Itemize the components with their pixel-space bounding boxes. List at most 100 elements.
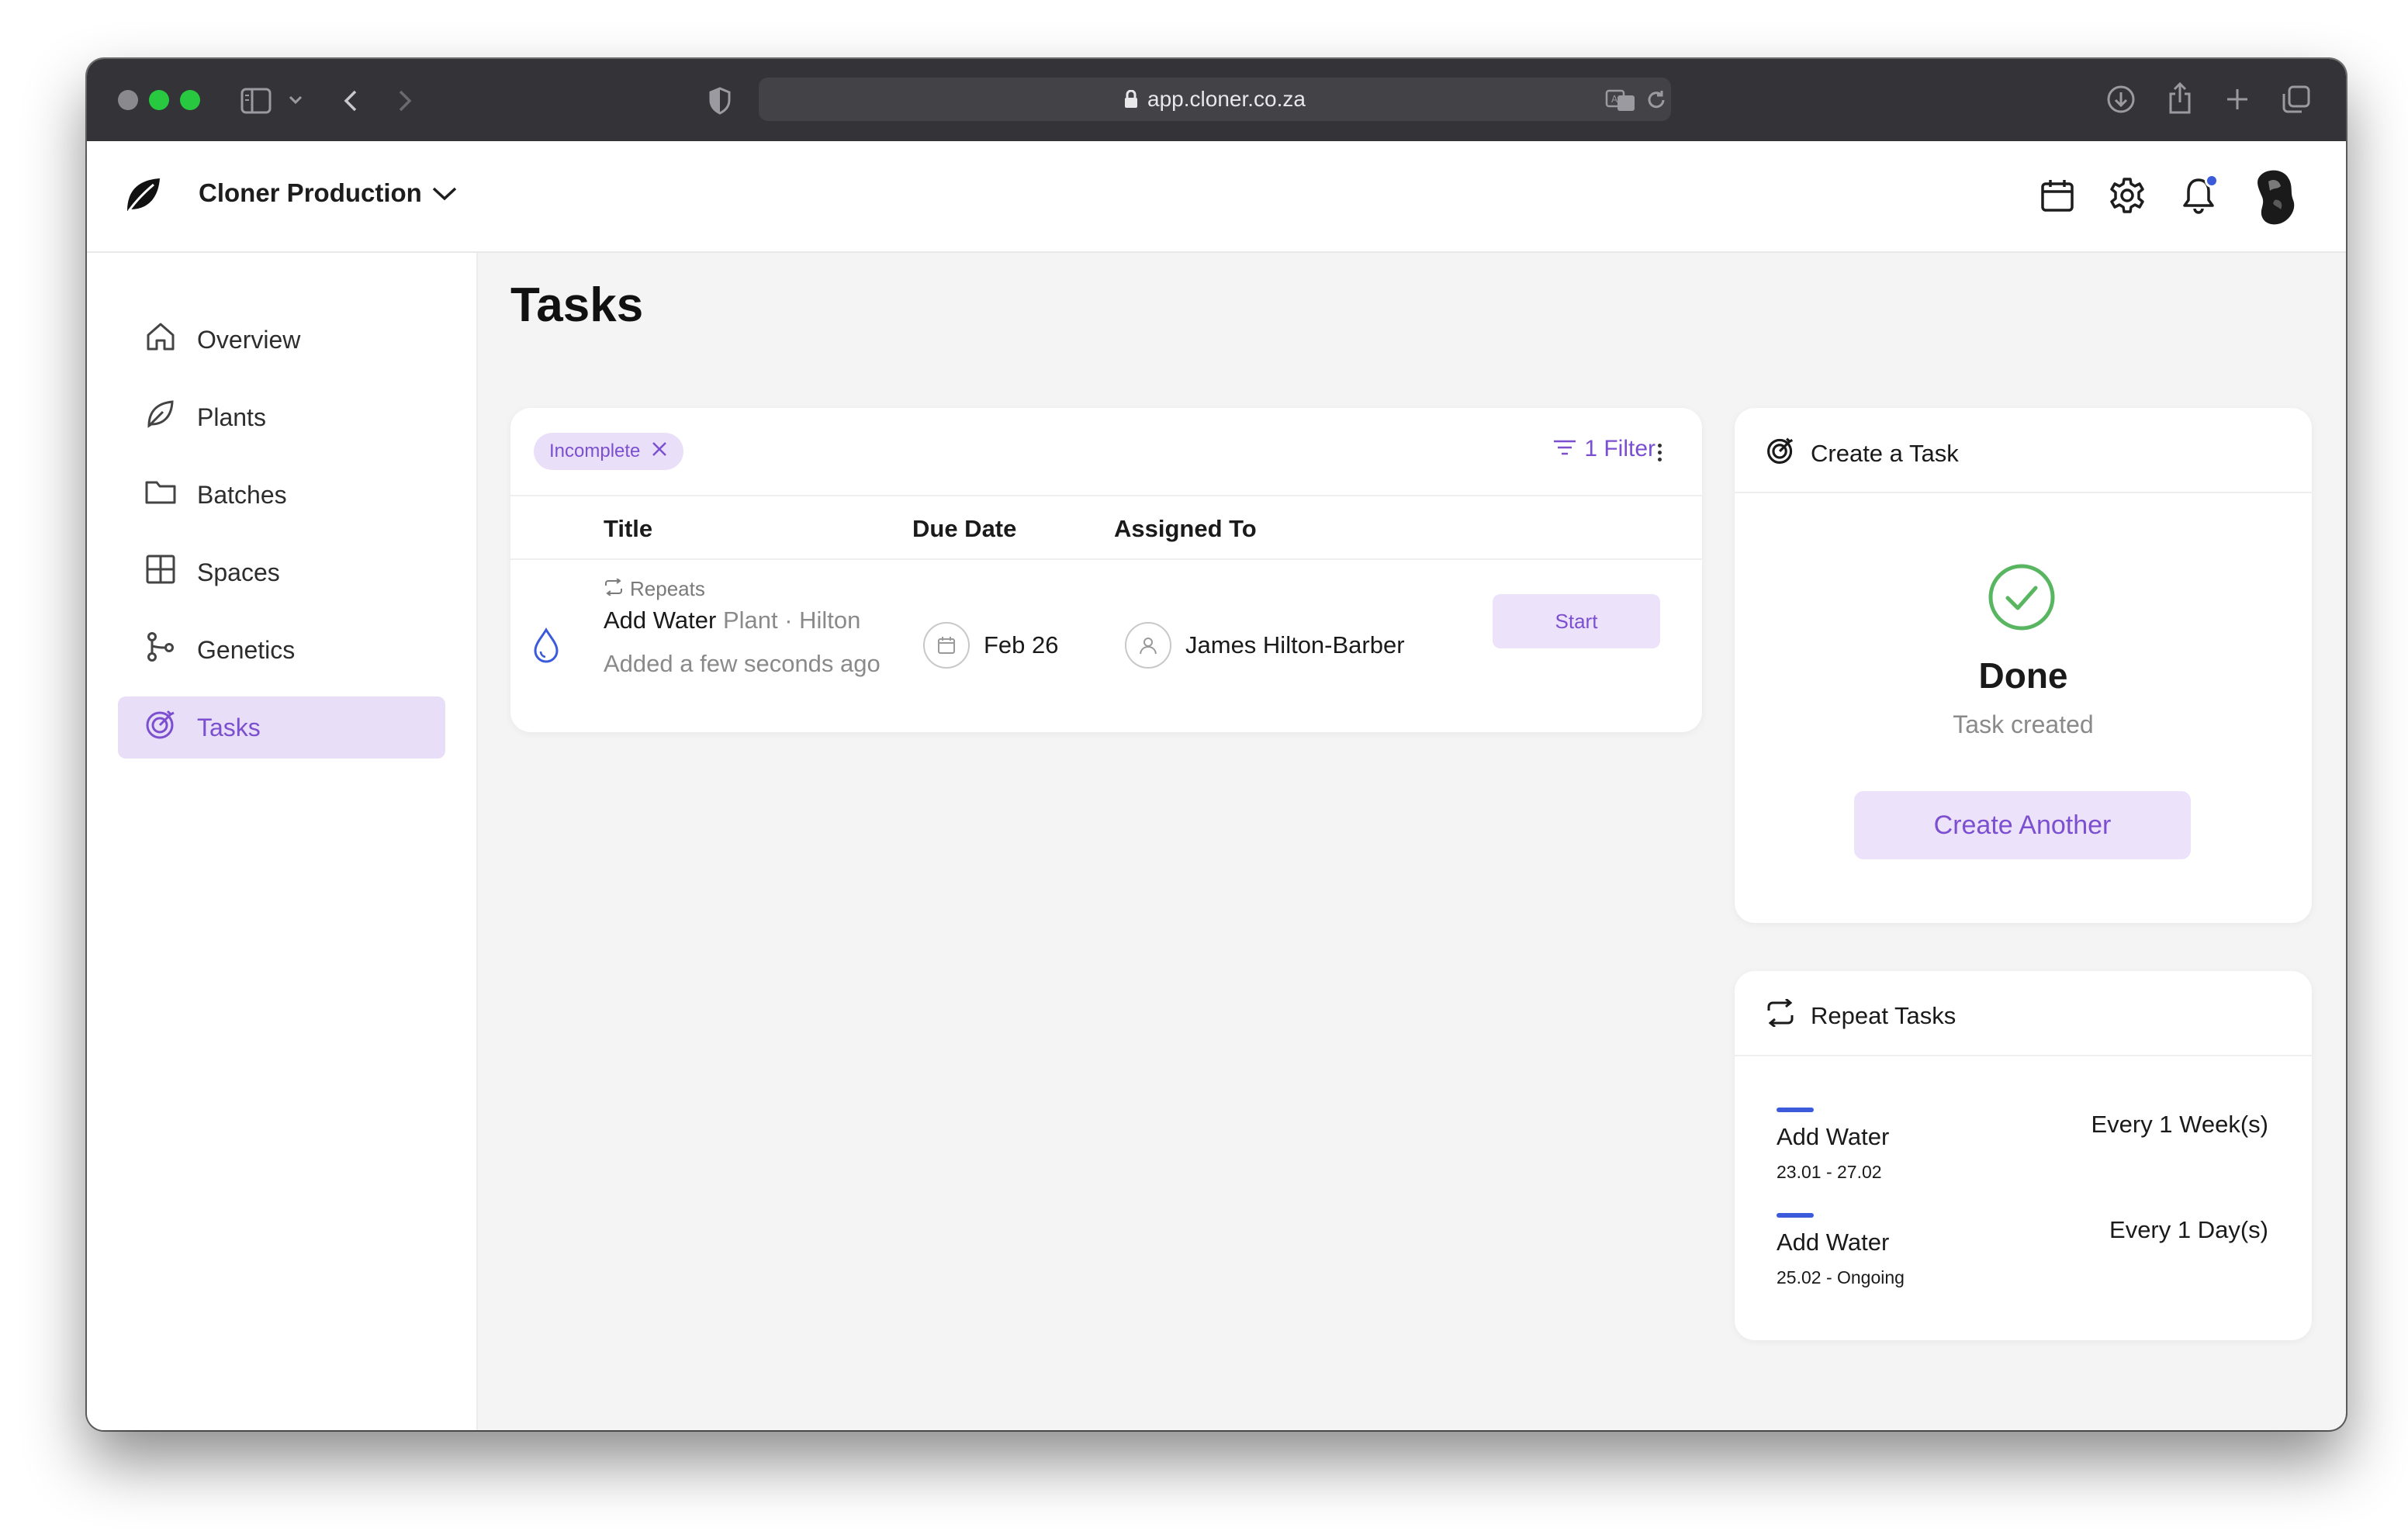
calendar-icon bbox=[923, 622, 970, 669]
task-assignee: James Hilton-Barber bbox=[1125, 622, 1405, 669]
task-added-time: Added a few seconds ago bbox=[604, 650, 881, 677]
create-another-button[interactable]: Create Another bbox=[1854, 791, 2191, 859]
column-header-title: Title bbox=[604, 515, 653, 542]
filter-button[interactable]: 1 Filter bbox=[1553, 436, 1656, 462]
sidebar-item-label: Plants bbox=[197, 403, 266, 431]
share-icon[interactable] bbox=[2163, 79, 2197, 116]
due-date-value: Feb 26 bbox=[984, 631, 1059, 658]
shield-icon[interactable] bbox=[704, 85, 735, 116]
sidebar-toggle-icon[interactable] bbox=[239, 85, 273, 116]
repeat-task-range: 23.01 - 27.02 bbox=[1777, 1162, 1882, 1182]
sidebar-item-tasks[interactable]: Tasks bbox=[118, 696, 445, 759]
column-header-assigned-to: Assigned To bbox=[1114, 515, 1257, 542]
minimize-window-button[interactable] bbox=[149, 90, 169, 110]
repeat-tasks-card: Repeat Tasks Add Water 23.01 - 27.02 Eve… bbox=[1735, 971, 2312, 1340]
home-icon bbox=[144, 320, 177, 359]
repeats-indicator: Repeats bbox=[604, 577, 705, 601]
sidebar-item-overview[interactable]: Overview bbox=[118, 309, 445, 371]
bell-icon[interactable] bbox=[2175, 172, 2222, 219]
status-title: Done bbox=[1978, 655, 2068, 696]
repeat-task-name: Add Water bbox=[1777, 1123, 1890, 1150]
assignee-name: James Hilton-Barber bbox=[1185, 631, 1405, 658]
create-task-header: Create a Task bbox=[1766, 436, 1959, 472]
repeat-tasks-header: Repeat Tasks bbox=[1766, 997, 1956, 1033]
repeats-label: Repeats bbox=[630, 577, 705, 600]
color-indicator bbox=[1777, 1108, 1814, 1112]
filter-button-label: 1 Filter bbox=[1584, 436, 1656, 461]
divider bbox=[510, 558, 1702, 560]
filter-chip[interactable]: Incomplete bbox=[534, 433, 684, 470]
divider bbox=[1735, 492, 2312, 493]
divider bbox=[1735, 1055, 2312, 1056]
task-due-date: Feb 26 bbox=[923, 622, 1059, 669]
zoom-window-button[interactable] bbox=[180, 90, 200, 110]
repeat-tasks-heading: Repeat Tasks bbox=[1811, 1002, 1956, 1029]
close-window-button[interactable] bbox=[118, 90, 138, 110]
sidebar-item-genetics[interactable]: Genetics bbox=[118, 619, 445, 681]
filter-icon bbox=[1553, 436, 1576, 462]
divider bbox=[510, 495, 1702, 496]
tabs-overview-icon[interactable] bbox=[2279, 82, 2313, 116]
download-icon[interactable] bbox=[2104, 82, 2138, 116]
chevron-down-icon[interactable] bbox=[285, 90, 306, 110]
target-icon bbox=[144, 708, 177, 747]
chevron-down-icon bbox=[431, 178, 458, 208]
app-header: Cloner Production bbox=[87, 141, 2346, 253]
sidebar-item-label: Spaces bbox=[197, 558, 280, 586]
calendar-icon[interactable] bbox=[2034, 172, 2081, 219]
check-circle-icon bbox=[1988, 563, 2056, 631]
column-header-due-date: Due Date bbox=[912, 515, 1017, 542]
reload-icon[interactable] bbox=[1643, 87, 1669, 113]
repeat-task-frequency: Every 1 Week(s) bbox=[2091, 1111, 2268, 1138]
create-task-card: Create a Task Done Task created Create A… bbox=[1735, 408, 2312, 923]
translate-icon[interactable]: A bbox=[1604, 85, 1637, 116]
svg-text:A: A bbox=[1611, 94, 1618, 105]
repeat-icon bbox=[604, 577, 624, 601]
leaf-icon bbox=[144, 398, 177, 437]
sidebar-item-label: Tasks bbox=[197, 713, 261, 741]
lock-icon bbox=[1124, 90, 1138, 109]
task-title[interactable]: Add Water Plant · Hilton bbox=[604, 607, 898, 634]
sidebar-item-label: Genetics bbox=[197, 635, 296, 664]
sidebar-item-spaces[interactable]: Spaces bbox=[118, 541, 445, 603]
browser-toolbar: app.cloner.co.za A bbox=[87, 59, 2346, 141]
repeat-task-name: Add Water bbox=[1777, 1229, 1890, 1256]
color-indicator bbox=[1777, 1213, 1814, 1218]
new-tab-icon[interactable] bbox=[2222, 84, 2253, 115]
start-task-button[interactable]: Start bbox=[1493, 594, 1660, 648]
user-icon bbox=[1125, 622, 1171, 669]
avatar[interactable] bbox=[2245, 166, 2304, 228]
repeat-icon bbox=[1766, 997, 1795, 1033]
back-icon[interactable] bbox=[337, 87, 365, 115]
url-text: app.cloner.co.za bbox=[1147, 87, 1306, 111]
sidebar-item-plants[interactable]: Plants bbox=[118, 386, 445, 448]
branch-icon bbox=[144, 631, 177, 669]
repeat-task-range: 25.02 - Ongoing bbox=[1777, 1267, 1905, 1287]
tasks-table-card: Incomplete 1 Filter Title Due Date Assig… bbox=[510, 408, 1702, 732]
org-name: Cloner Production bbox=[199, 178, 422, 207]
target-icon bbox=[1766, 436, 1795, 472]
create-task-heading: Create a Task bbox=[1811, 440, 1959, 467]
sidebar-item-label: Overview bbox=[197, 325, 301, 354]
page-title: Tasks bbox=[510, 278, 644, 332]
gear-icon[interactable] bbox=[2104, 172, 2150, 219]
repeat-task-frequency: Every 1 Day(s) bbox=[2109, 1216, 2268, 1243]
grid-icon bbox=[144, 553, 177, 592]
folder-icon bbox=[144, 475, 177, 514]
browser-window: app.cloner.co.za A Cloner Production Ove… bbox=[87, 59, 2346, 1430]
org-switcher[interactable]: Cloner Production bbox=[199, 178, 458, 208]
leaf-logo-icon[interactable] bbox=[123, 175, 163, 216]
sidebar: Overview Plants Batches Spaces Genetics … bbox=[87, 253, 478, 1430]
sidebar-item-batches[interactable]: Batches bbox=[118, 464, 445, 526]
status-subtitle: Task created bbox=[1953, 710, 2094, 738]
more-options-icon[interactable] bbox=[1658, 444, 1662, 461]
task-context: Plant · Hilton bbox=[722, 607, 861, 634]
notification-dot bbox=[2205, 174, 2219, 188]
sidebar-item-label: Batches bbox=[197, 480, 287, 509]
water-drop-icon bbox=[532, 627, 560, 668]
forward-icon[interactable] bbox=[391, 87, 419, 115]
task-name: Add Water bbox=[604, 607, 717, 634]
filter-chip-label: Incomplete bbox=[549, 441, 641, 461]
address-bar[interactable]: app.cloner.co.za bbox=[759, 78, 1671, 121]
close-icon[interactable] bbox=[651, 441, 668, 463]
